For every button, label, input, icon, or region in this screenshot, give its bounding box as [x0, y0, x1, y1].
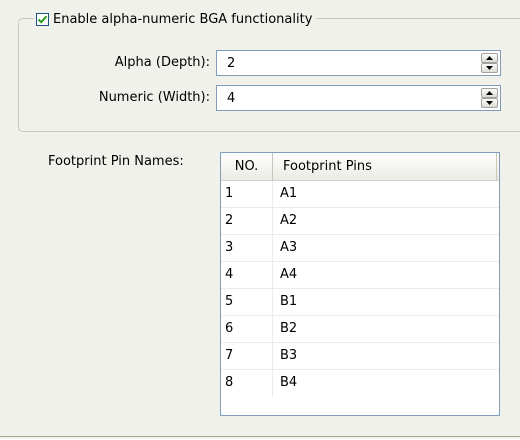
pin-number-cell: 8: [221, 370, 273, 397]
table-header: NO. Footprint Pins: [221, 153, 499, 181]
footprint-pins-table[interactable]: NO. Footprint Pins 1 A1 2 A2 3 A3 4 A4 5 B1 6 B2 7 B3…: [220, 152, 500, 416]
pin-name-cell[interactable]: B2: [273, 316, 499, 342]
pin-name-cell[interactable]: B1: [273, 289, 499, 315]
alpha-depth-value[interactable]: 2: [227, 56, 235, 71]
pin-number-cell: 7: [221, 343, 273, 369]
pin-number-cell: 1: [221, 181, 273, 207]
alpha-decrement-button[interactable]: [481, 63, 498, 73]
bottom-divider: [0, 436, 520, 440]
pin-number-cell: 2: [221, 208, 273, 234]
alpha-increment-button[interactable]: [481, 53, 498, 63]
pin-number-cell: 4: [221, 262, 273, 288]
table-row[interactable]: 1 A1: [221, 181, 499, 208]
bga-enable-option[interactable]: Enable alpha-numeric BGA functionality: [34, 10, 317, 28]
numeric-width-spinbox[interactable]: 4: [216, 85, 501, 111]
pin-name-cell[interactable]: B4: [273, 370, 499, 397]
table-row[interactable]: 2 A2: [221, 208, 499, 235]
pin-name-cell[interactable]: A2: [273, 208, 499, 234]
numeric-decrement-button[interactable]: [481, 98, 498, 108]
table-row[interactable]: 4 A4: [221, 262, 499, 289]
enable-bga-checkbox[interactable]: [36, 12, 49, 26]
table-row[interactable]: 8 B4: [221, 370, 499, 397]
arrow-down-icon: [486, 66, 493, 70]
numeric-row: Numeric (Width): 4: [0, 85, 520, 111]
arrow-down-icon: [486, 101, 493, 105]
pin-number-cell: 6: [221, 316, 273, 342]
table-row[interactable]: 6 B2: [221, 316, 499, 343]
numeric-increment-button[interactable]: [481, 88, 498, 98]
alpha-spin-buttons: [481, 53, 498, 73]
numeric-spin-buttons: [481, 88, 498, 108]
check-icon: [37, 15, 48, 24]
pin-number-cell: 3: [221, 235, 273, 261]
alpha-label: Alpha (Depth):: [114, 55, 210, 70]
numeric-label: Numeric (Width):: [98, 90, 210, 105]
table-row[interactable]: 3 A3: [221, 235, 499, 262]
pin-name-cell[interactable]: B3: [273, 343, 499, 369]
table-body: 1 A1 2 A2 3 A3 4 A4 5 B1 6 B2 7 B3 8 B4: [221, 181, 499, 397]
arrow-up-icon: [486, 91, 493, 95]
enable-bga-label: Enable alpha-numeric BGA functionality: [53, 11, 313, 27]
footprint-pin-names-label: Footprint Pin Names:: [48, 154, 184, 169]
pin-name-cell[interactable]: A1: [273, 181, 499, 207]
pin-name-cell[interactable]: A4: [273, 262, 499, 288]
pin-number-cell: 5: [221, 289, 273, 315]
column-header-no[interactable]: NO.: [221, 153, 273, 180]
alpha-row: Alpha (Depth): 2: [0, 50, 520, 76]
table-row[interactable]: 7 B3: [221, 343, 499, 370]
column-header-footprint-pins[interactable]: Footprint Pins: [273, 153, 497, 180]
pin-name-cell[interactable]: A3: [273, 235, 499, 261]
alpha-depth-spinbox[interactable]: 2: [216, 50, 501, 76]
table-row[interactable]: 5 B1: [221, 289, 499, 316]
arrow-up-icon: [486, 56, 493, 60]
numeric-width-value[interactable]: 4: [227, 91, 235, 106]
